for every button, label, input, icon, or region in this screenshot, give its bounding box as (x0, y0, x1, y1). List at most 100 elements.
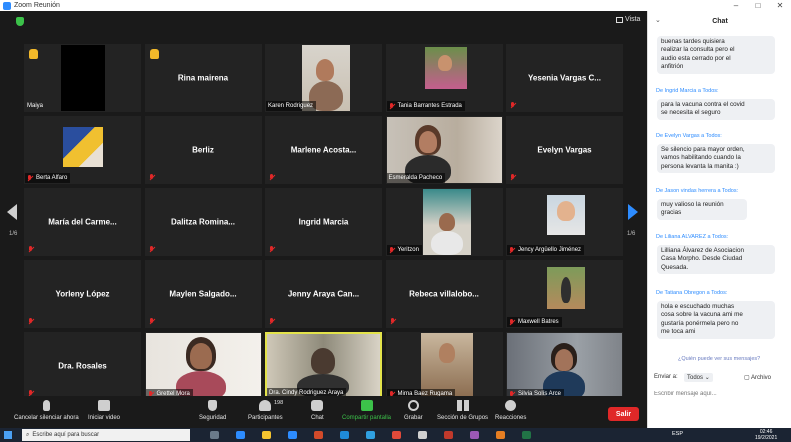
previous-page-arrow-icon[interactable] (7, 204, 17, 220)
mail-icon[interactable] (288, 431, 297, 439)
maximize-button[interactable]: □ (747, 1, 769, 10)
participant-name-tag: Maiya (25, 101, 46, 111)
participant-tile[interactable]: Silvia Solís Arce (506, 332, 623, 400)
person-face (189, 343, 212, 369)
participant-name-tag: Esmeralda Pacheco (386, 173, 446, 183)
powerpoint-icon[interactable] (496, 431, 505, 439)
task-view-icon[interactable] (210, 431, 219, 439)
share-screen-icon (360, 400, 373, 411)
participant-tile[interactable]: Jenny Araya Can... (265, 260, 382, 328)
participant-tile[interactable]: Yesenia Vargas C... (506, 44, 623, 112)
chat-message: Lilliana Álvarez de Asociacion Casa Morp… (657, 245, 775, 275)
message-line: cosa sobre la vacuna ami me (661, 311, 743, 319)
calculator-icon[interactable] (236, 431, 245, 439)
chat-message-list[interactable]: buenas tardes quisiera realizar la consu… (648, 33, 791, 361)
video-camera-off-icon (98, 400, 110, 411)
acrobat-icon[interactable] (444, 431, 453, 439)
participant-tile[interactable]: Maylen Salgado... (144, 260, 262, 328)
participant-tile[interactable]: Dalitza Romina... (144, 188, 262, 256)
excel-icon[interactable] (522, 431, 531, 439)
security-label: Seguridad (199, 415, 227, 421)
participant-display-name: Dra. Rosales (58, 361, 107, 371)
message-sender: De Ingrid Marcia a Todos: (656, 88, 719, 94)
view-button[interactable]: Vista (616, 16, 640, 23)
message-line: Quesada. (661, 263, 689, 271)
participant-tile[interactable]: Rebeca villalobo... (385, 260, 503, 328)
recipient-dropdown[interactable]: Todos ⌄ (684, 373, 713, 382)
participant-name: Berta Alfaro (36, 175, 68, 181)
participant-tile[interactable]: María del Carme... (24, 188, 141, 256)
message-line: gustaría ponérmela pero no (661, 319, 739, 327)
participant-tile-active-speaker[interactable]: Dra. Cindy Rodriguez Araya (265, 332, 382, 400)
office-icon[interactable] (314, 431, 323, 439)
reactions-smiley-icon (505, 400, 517, 411)
recipient-value: Todos (687, 375, 704, 381)
participant-name-tag: Maxwell Batres (507, 317, 562, 327)
start-video-button[interactable]: Iniciar video (88, 400, 120, 421)
zoom-taskbar-icon[interactable] (366, 431, 375, 439)
profile-picture (547, 267, 585, 309)
minimize-button[interactable]: – (725, 1, 747, 10)
store-icon[interactable] (418, 431, 427, 439)
record-button[interactable]: Grabar (404, 400, 423, 421)
grid-icon (616, 16, 623, 23)
mic-muted-icon (510, 174, 516, 181)
participant-tile[interactable]: Evelyn Vargas (506, 116, 623, 184)
next-page-arrow-icon[interactable] (628, 204, 638, 220)
leave-button[interactable]: Salir (608, 407, 639, 421)
reactions-button[interactable]: Reacciones (495, 400, 526, 421)
message-visibility-hint[interactable]: ¿Quién puede ver sus mensajes? (678, 356, 760, 362)
view-label: Vista (625, 16, 641, 23)
taskbar-search-box[interactable]: ⌕ Escribe aquí para buscar (22, 429, 190, 441)
unmute-label: Cancelar silenciar ahora (14, 415, 79, 421)
participant-tile[interactable]: Tania Barrantes Estrada (385, 44, 503, 112)
security-button[interactable]: Seguridad (199, 400, 226, 421)
breakout-rooms-label: Sección de Grupos (437, 415, 489, 421)
participant-tile[interactable]: Esmeralda Pacheco (385, 116, 503, 184)
chat-message-input[interactable] (654, 388, 786, 400)
message-sender: De Evelyn Vargas a Todos: (656, 133, 722, 139)
file-button[interactable]: ▢ Archivo (744, 374, 771, 381)
unmute-button[interactable]: Cancelar silenciar ahora (14, 400, 79, 421)
participant-tile[interactable]: Grettel Mora (144, 332, 262, 400)
file-explorer-icon[interactable] (262, 431, 271, 439)
breakout-rooms-button[interactable]: Sección de Grupos (437, 400, 488, 421)
chrome-icon[interactable] (392, 431, 401, 439)
message-line: me toca ami (661, 328, 696, 336)
onenote-icon[interactable] (470, 431, 479, 439)
chat-button[interactable]: Chat (311, 400, 324, 421)
encryption-shield-icon[interactable] (16, 17, 24, 26)
participant-tile[interactable]: Ingrid Marcia (265, 188, 382, 256)
mic-muted-icon (389, 246, 395, 254)
close-button[interactable]: ✕ (769, 1, 791, 10)
participant-tile[interactable]: Maiya (24, 44, 141, 112)
participants-count: 198 (274, 400, 284, 406)
message-line: buenas tardes quisiera (661, 38, 725, 45)
mic-muted-icon (269, 318, 275, 325)
participant-tile[interactable]: Yorleny López (24, 260, 141, 328)
participant-tile[interactable]: Maxwell Batres (506, 260, 623, 328)
system-clock[interactable]: 02:46 19/2/2021 (755, 429, 777, 441)
chevron-down-icon[interactable]: ⌄ (655, 16, 661, 24)
participant-tile[interactable]: Karen Rodriguez (265, 44, 382, 112)
chevron-down-icon: ⌄ (704, 375, 710, 381)
participant-tile[interactable]: Yeritzon (385, 188, 503, 256)
participant-tile[interactable]: Berta Alfaro (24, 116, 141, 184)
participant-tile[interactable]: Berliz (144, 116, 262, 184)
participant-tile[interactable]: Dra. Rosales (24, 332, 141, 400)
participant-tile[interactable]: Rina mairena (144, 44, 262, 112)
mic-muted-icon (28, 318, 34, 325)
participant-tile[interactable]: Mirna Baez Rugama (385, 332, 503, 400)
edge-icon[interactable] (340, 431, 349, 439)
message-line: anfitrión (661, 63, 684, 71)
message-line: Lilliana Álvarez de Asociacion (661, 247, 744, 254)
participant-tile[interactable]: Marlene Acosta... (265, 116, 382, 184)
windows-start-icon[interactable] (4, 431, 12, 439)
person-face (438, 343, 455, 363)
participant-tile[interactable]: Jency Argüello Jiménez (506, 188, 623, 256)
message-line: hola e escuchado muchas (661, 303, 735, 310)
system-tray-language[interactable]: ESP (672, 431, 683, 437)
windows-taskbar: ⌕ Escribe aquí para buscar ESP 02:46 19/… (0, 428, 791, 442)
share-screen-button[interactable]: Compartir pantalla (342, 400, 391, 421)
person-face (437, 55, 452, 71)
